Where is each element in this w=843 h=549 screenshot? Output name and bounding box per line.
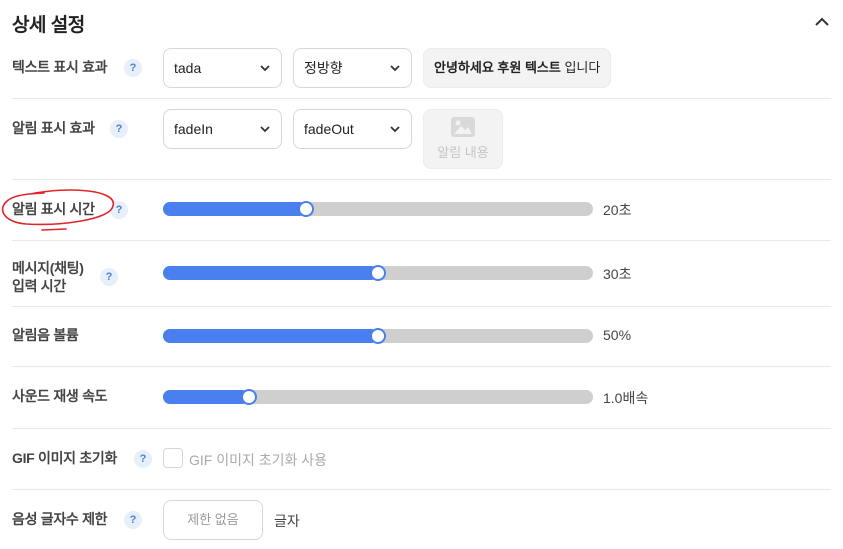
alert-out-select[interactable]: fadeOut [293, 109, 412, 149]
alert-effect-row: 알림 표시 효과 ? fadeIn fadeOut 알림 내용 [12, 99, 831, 180]
message-time-label-line2: 입력 시간 [12, 278, 66, 294]
playback-speed-label: 사운드 재생 속도 [12, 388, 108, 404]
alert-preview-caption: 알림 내용 [437, 145, 489, 160]
playback-speed-row: 사운드 재생 속도 1.0배속 [12, 367, 831, 429]
chevron-down-icon [390, 65, 400, 72]
voice-limit-input[interactable]: 제한 없음 [163, 500, 263, 540]
section-header: 상세 설정 [12, 8, 832, 38]
slider-fill [163, 329, 378, 343]
display-time-value: 20초 [603, 202, 632, 218]
display-time-slider[interactable] [163, 201, 593, 217]
question-icon[interactable]: ? [110, 201, 128, 219]
alert-preview: 알림 내용 [423, 109, 503, 169]
chevron-down-icon [390, 126, 400, 133]
question-icon[interactable]: ? [124, 511, 142, 529]
gif-reset-label: GIF 이미지 초기화 [12, 450, 118, 466]
text-effect-label: 텍스트 표시 효과 [12, 59, 108, 75]
volume-row: 알림음 볼륨 50% [12, 307, 831, 367]
gif-reset-row: GIF 이미지 초기화 ? GIF 이미지 초기화 사용 [12, 429, 831, 490]
voice-limit-unit: 글자 [274, 513, 300, 529]
slider-thumb[interactable] [370, 265, 386, 281]
chevron-up-icon[interactable] [812, 12, 832, 32]
volume-slider[interactable] [163, 328, 593, 344]
slider-fill [163, 202, 306, 216]
text-effect-value: tada [174, 60, 202, 76]
question-icon[interactable]: ? [110, 120, 128, 138]
preview-text-rest: 입니다 [560, 60, 601, 75]
voice-limit-label: 음성 글자수 제한 [12, 511, 108, 527]
playback-speed-slider[interactable] [163, 389, 593, 405]
slider-thumb[interactable] [298, 201, 314, 217]
alert-out-value: fadeOut [304, 121, 354, 137]
playback-speed-value: 1.0배속 [603, 390, 649, 406]
text-effect-select[interactable]: tada [163, 48, 282, 88]
text-direction-value: 정방향 [304, 60, 343, 76]
display-time-row: 알림 표시 시간 ? 20초 [12, 180, 831, 241]
chevron-down-icon [260, 65, 270, 72]
question-icon[interactable]: ? [100, 268, 118, 286]
section-title: 상세 설정 [12, 15, 85, 36]
display-time-label: 알림 표시 시간 [12, 201, 95, 217]
volume-label: 알림음 볼륨 [12, 327, 79, 343]
gif-reset-checkbox-label[interactable]: GIF 이미지 초기화 사용 [189, 450, 327, 470]
message-time-label-line1: 메시지(채팅) [12, 260, 84, 276]
alert-effect-label: 알림 표시 효과 [12, 120, 95, 136]
message-time-slider[interactable] [163, 265, 593, 281]
gif-reset-checkbox[interactable] [163, 448, 183, 468]
slider-fill [163, 390, 249, 404]
slider-thumb[interactable] [241, 389, 257, 405]
preview-text-bold: 안녕하세요 후원 텍스트 [434, 60, 561, 75]
text-effect-row: 텍스트 표시 효과 ? tada 정방향 안녕하세요 후원 텍스트 입니다 [12, 42, 831, 99]
message-time-label: 메시지(채팅) 입력 시간 [12, 259, 84, 295]
alert-in-value: fadeIn [174, 121, 213, 137]
text-direction-select[interactable]: 정방향 [293, 48, 412, 88]
volume-value: 50% [603, 327, 632, 343]
slider-thumb[interactable] [370, 328, 386, 344]
image-icon [451, 117, 475, 137]
message-time-value: 30초 [603, 266, 632, 282]
voice-limit-row: 음성 글자수 제한 ? 제한 없음 글자 [12, 490, 831, 549]
question-icon[interactable]: ? [124, 59, 142, 77]
slider-fill [163, 266, 378, 280]
message-time-row: 메시지(채팅) 입력 시간 ? 30초 [12, 241, 831, 307]
text-effect-preview: 안녕하세요 후원 텍스트 입니다 [423, 48, 612, 88]
chevron-down-icon [260, 126, 270, 133]
alert-in-select[interactable]: fadeIn [163, 109, 282, 149]
question-icon[interactable]: ? [134, 450, 152, 468]
